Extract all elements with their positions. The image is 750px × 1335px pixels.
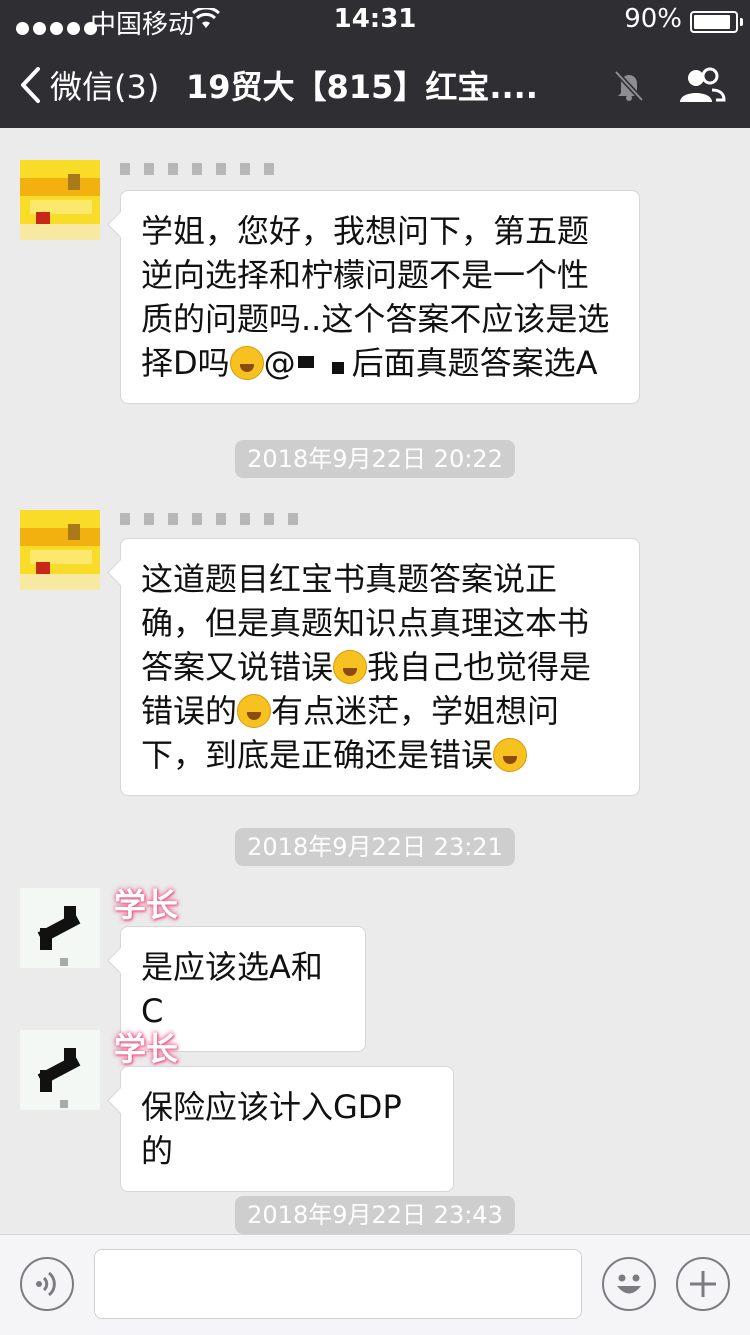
mute-bell-icon bbox=[614, 70, 644, 102]
mention-at: @ bbox=[263, 344, 296, 382]
chat-area[interactable]: 学姐，您好，我想问下，第五题逆向选择和柠檬问题不是一个性质的问题吗..这个答案不… bbox=[0, 128, 750, 1234]
blurred-nickname bbox=[120, 510, 312, 525]
sender-name: 学长 bbox=[114, 886, 179, 924]
voice-button[interactable] bbox=[20, 1257, 74, 1311]
timestamp: 2018年9月22日 20:22 bbox=[0, 440, 750, 478]
plus-icon bbox=[690, 1271, 716, 1297]
battery-icon bbox=[690, 11, 743, 33]
status-bar: 中国移动 14:31 90% bbox=[0, 0, 750, 40]
top-bar: 中国移动 14:31 90% 微信(3) 19贸大【815】红宝.... bbox=[0, 0, 750, 128]
crying-laugh-emoji-icon bbox=[333, 650, 368, 684]
avatar[interactable] bbox=[20, 510, 100, 590]
chevron-left-icon bbox=[21, 67, 40, 103]
message-bubble[interactable]: 保险应该计入GDP的 bbox=[120, 1066, 454, 1192]
back-label: 微信(3) bbox=[50, 68, 160, 106]
chat-title: 19贸大【815】红宝.... bbox=[186, 68, 538, 106]
blurred-nickname bbox=[120, 160, 288, 175]
crying-laugh-emoji-icon bbox=[237, 694, 272, 728]
add-button[interactable] bbox=[676, 1257, 730, 1311]
voice-icon bbox=[36, 1271, 56, 1297]
crying-laugh-emoji-icon bbox=[493, 738, 528, 772]
message-text-cont: 后面真题答案选A bbox=[351, 344, 598, 382]
message-bubble[interactable]: 学姐，您好，我想问下，第五题逆向选择和柠檬问题不是一个性质的问题吗..这个答案不… bbox=[120, 190, 640, 404]
crying-laugh-emoji-icon bbox=[229, 346, 264, 380]
timestamp: 2018年9月22日 23:21 bbox=[0, 828, 750, 866]
timestamp: 2018年9月22日 23:43 bbox=[0, 1196, 750, 1234]
avatar[interactable] bbox=[20, 888, 100, 968]
input-bar bbox=[0, 1234, 750, 1335]
sender-name: 学长 bbox=[114, 1030, 179, 1068]
message-input[interactable] bbox=[94, 1249, 582, 1319]
redacted-name bbox=[296, 356, 352, 374]
message-text: 是应该选A和C bbox=[141, 948, 323, 1030]
message-text: 保险应该计入GDP的 bbox=[141, 1088, 402, 1170]
back-button[interactable]: 微信(3) bbox=[18, 62, 159, 108]
avatar[interactable] bbox=[20, 1030, 100, 1110]
message-bubble[interactable]: 这道题目红宝书真题答案说正确，但是真题知识点真理这本书答案又说错误 我自己也觉得是… bbox=[120, 538, 640, 796]
emoji-button[interactable] bbox=[602, 1257, 656, 1311]
emoji-icon bbox=[617, 1274, 641, 1294]
group-icon[interactable] bbox=[676, 66, 726, 106]
avatar[interactable] bbox=[20, 160, 100, 240]
battery-percent: 90% bbox=[624, 4, 682, 34]
